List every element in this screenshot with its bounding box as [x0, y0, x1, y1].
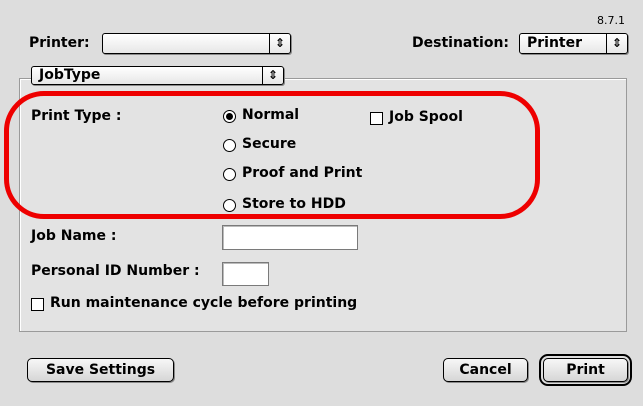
version-label: 8.7.1: [597, 14, 625, 27]
maintenance-label[interactable]: Run maintenance cycle before printing: [50, 295, 357, 311]
maintenance-checkbox[interactable]: [31, 298, 44, 311]
destination-label: Destination:: [412, 35, 510, 51]
job-name-field[interactable]: [222, 225, 358, 250]
printer-popup[interactable]: ⇕: [102, 33, 291, 54]
save-settings-button[interactable]: Save Settings: [27, 358, 174, 382]
job-name-label: Job Name :: [31, 228, 117, 244]
personal-id-label: Personal ID Number :: [31, 263, 200, 279]
up-down-arrows-icon: ⇕: [269, 34, 290, 53]
destination-popup[interactable]: Printer ⇕: [519, 33, 628, 54]
highlight-annotation: [4, 91, 540, 219]
up-down-arrows-icon: ⇕: [262, 67, 283, 84]
up-down-arrows-icon: ⇕: [606, 34, 627, 53]
section-popup[interactable]: JobType ⇕: [31, 66, 284, 85]
print-button[interactable]: Print: [539, 354, 632, 386]
personal-id-field[interactable]: [222, 262, 269, 286]
printer-label: Printer:: [29, 35, 90, 51]
destination-popup-value: Printer: [527, 35, 583, 51]
cancel-button[interactable]: Cancel: [443, 358, 528, 382]
section-popup-value: JobType: [39, 67, 101, 83]
